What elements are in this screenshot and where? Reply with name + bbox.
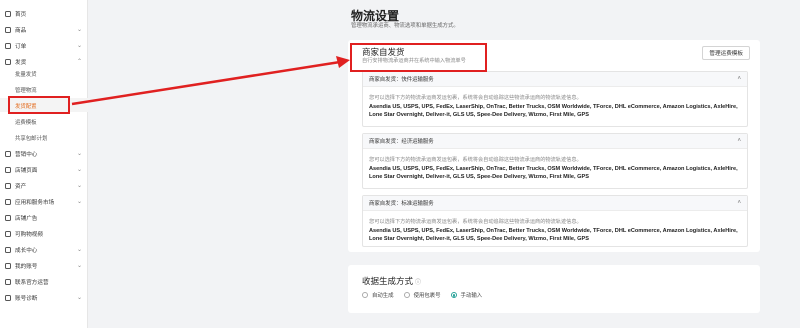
radio-circle-selected[interactable] bbox=[450, 292, 457, 298]
chevron-down-icon: ⌄ bbox=[76, 151, 82, 157]
user-icon bbox=[5, 262, 11, 269]
sidebar-sub-freight-template[interactable]: 运费模板 bbox=[15, 116, 37, 128]
carrier-list: Asendia US, USPS, UPS, FedEx, LaserShip,… bbox=[369, 166, 738, 181]
service-panel-header[interactable]: 商家自发货：快件运输服务 ˄ bbox=[363, 72, 747, 87]
chevron-up-icon: ⌃ bbox=[76, 59, 82, 65]
chevron-down-icon: ⌄ bbox=[76, 247, 82, 253]
sidebar-sub-batch-ship[interactable]: 批量发货 bbox=[15, 68, 37, 80]
service-note: 您可以选择下方的物流承运商发运包裹，系统将会自动追踪这些物流承运商的物流轨迹信息… bbox=[369, 219, 582, 225]
page-description: 管理物流承运商、物流选项和单据生成方式。 bbox=[351, 23, 459, 29]
growth-icon bbox=[5, 246, 11, 253]
product-icon bbox=[5, 26, 11, 33]
chevron-down-icon: ⌄ bbox=[76, 43, 82, 49]
ads-icon bbox=[5, 214, 11, 221]
sidebar-item-contact-ops[interactable]: 联系官方运营 bbox=[0, 275, 88, 288]
megaphone-icon bbox=[5, 150, 11, 157]
annotation-box-sidebar bbox=[8, 96, 70, 114]
sidebar-item-growth[interactable]: 成长中心 ⌄ bbox=[0, 243, 88, 256]
headset-icon bbox=[5, 278, 11, 285]
label-method-options: 自动生成 使用包裹号 手动输入 bbox=[362, 291, 492, 299]
chevron-down-icon: ⌄ bbox=[76, 183, 82, 189]
sidebar-item-store-pages[interactable]: 店铺页面 ⌄ bbox=[0, 163, 88, 176]
radio-circle[interactable] bbox=[362, 292, 368, 298]
wallet-icon bbox=[5, 182, 11, 189]
sidebar-sub-shared-free-shipping[interactable]: 共享包邮计划 bbox=[15, 132, 47, 144]
radio-use-package-number[interactable]: 使用包裹号 bbox=[403, 291, 441, 299]
truck-icon bbox=[5, 58, 11, 65]
manage-freight-template-button[interactable]: 管理运费模板 bbox=[702, 46, 750, 60]
radio-circle[interactable] bbox=[403, 292, 410, 298]
radio-manual-input[interactable]: 手动输入 bbox=[450, 291, 482, 299]
chevron-up-icon[interactable]: ˄ bbox=[737, 200, 741, 206]
service-panel-header[interactable]: 商家自发货：标准运输服务 ˄ bbox=[363, 196, 747, 211]
chevron-down-icon: ⌄ bbox=[76, 295, 82, 301]
order-icon bbox=[5, 42, 11, 49]
label-method-title: 收据生成方式 ⓘ bbox=[362, 276, 422, 286]
help-icon[interactable]: ⓘ bbox=[415, 280, 421, 286]
service-note: 您可以选择下方的物流承运商发运包裹，系统将会自动追踪这些物流承运商的物流轨迹信息… bbox=[369, 157, 582, 163]
chevron-up-icon[interactable]: ˄ bbox=[737, 76, 741, 82]
chevron-down-icon: ⌄ bbox=[76, 199, 82, 205]
service-panel-standard: 商家自发货：标准运输服务 ˄ 您可以选择下方的物流承运商发运包裹，系统将会自动追… bbox=[362, 195, 748, 247]
sidebar-item-account-diagnosis[interactable]: 账号诊断 ⌄ bbox=[0, 291, 88, 304]
sidebar-item-store-ads[interactable]: 店铺广告 bbox=[0, 211, 88, 224]
service-panel-express: 商家自发货：快件运输服务 ˄ 您可以选择下方的物流承运商发运包裹，系统将会自动追… bbox=[362, 71, 748, 127]
sidebar: 首页 商品 ⌄ 订单 ⌄ 发货 ⌃ 批量发货 管理物流 发货配置 运费模板 共享… bbox=[0, 0, 88, 328]
sidebar-item-assets[interactable]: 资产 ⌄ bbox=[0, 179, 88, 192]
apps-icon bbox=[5, 198, 11, 205]
radio-auto-generate[interactable]: 自动生成 bbox=[362, 291, 394, 299]
sidebar-item-orders[interactable]: 订单 ⌄ bbox=[0, 39, 88, 52]
chevron-down-icon: ⌄ bbox=[76, 263, 82, 269]
sidebar-item-marketing[interactable]: 营销中心 ⌄ bbox=[0, 147, 88, 160]
sidebar-item-home[interactable]: 首页 bbox=[0, 7, 88, 20]
chevron-down-icon: ⌄ bbox=[76, 27, 82, 33]
sidebar-item-my-account[interactable]: 我的账号 ⌄ bbox=[0, 259, 88, 272]
sidebar-item-app-market[interactable]: 应用和服务市场 ⌄ bbox=[0, 195, 88, 208]
sidebar-item-shipping[interactable]: 发货 ⌃ bbox=[0, 55, 88, 68]
sidebar-item-shoppable-video[interactable]: 可购物视频 bbox=[0, 227, 88, 240]
label-method-card: 收据生成方式 ⓘ 自动生成 使用包裹号 手动输入 bbox=[348, 265, 760, 313]
service-panel-header[interactable]: 商家自发货：经济运输服务 ˄ bbox=[363, 134, 747, 149]
carrier-list: Asendia US, USPS, UPS, FedEx, LaserShip,… bbox=[369, 228, 738, 243]
annotation-box-self-ship bbox=[350, 43, 487, 72]
chevron-up-icon[interactable]: ˄ bbox=[737, 138, 741, 144]
store-icon bbox=[5, 166, 11, 173]
home-icon bbox=[5, 10, 11, 17]
sidebar-item-products[interactable]: 商品 ⌄ bbox=[0, 23, 88, 36]
chevron-down-icon: ⌄ bbox=[76, 167, 82, 173]
service-note: 您可以选择下方的物流承运商发运包裹，系统将会自动追踪这些物流承运商的物流轨迹信息… bbox=[369, 95, 582, 101]
sidebar-sub-manage-logistics[interactable]: 管理物流 bbox=[15, 84, 37, 96]
carrier-list: Asendia US, USPS, UPS, FedEx, LaserShip,… bbox=[369, 104, 738, 119]
diagnosis-icon bbox=[5, 294, 11, 301]
service-panel-economy: 商家自发货：经济运输服务 ˄ 您可以选择下方的物流承运商发运包裹，系统将会自动追… bbox=[362, 133, 748, 189]
video-icon bbox=[5, 230, 11, 237]
